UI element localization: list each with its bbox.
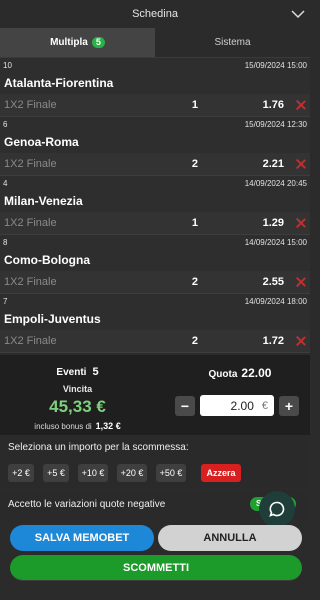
events-value: 5: [92, 366, 99, 378]
bet-selection: 1: [191, 99, 198, 111]
bonus-info: incluso bonus di 1,32 €: [0, 421, 155, 431]
bet-match-name: Empoli-Juventus: [4, 312, 101, 326]
bet-market: 1X2 Finale: [4, 217, 57, 229]
quick-amount-button[interactable]: +2 €: [8, 464, 34, 482]
winnings-label: Vincita: [62, 384, 93, 394]
bet-event-id: 10: [3, 61, 12, 70]
reset-amount-button[interactable]: Azzera: [201, 464, 241, 482]
bet-match-name: Como-Bologna: [4, 253, 90, 267]
quick-amount-button[interactable]: +20 €: [117, 464, 147, 482]
chat-button[interactable]: [259, 491, 295, 527]
bet-event-id: 6: [3, 120, 8, 129]
betslip-app: Schedina Multipla 5 Sistema 10 15/09/202…: [0, 0, 310, 600]
bet-selection: 2: [191, 276, 198, 288]
bet-datetime: 15/09/2024 12:30: [244, 120, 307, 129]
events-label: Eventi: [56, 367, 87, 378]
bet-datetime: 14/09/2024 15:00: [244, 238, 307, 247]
bet-selection: 2: [191, 158, 198, 170]
bet-item: 7 14/09/2024 18:00 Empoli-Juventus 1X2 F…: [0, 294, 310, 353]
bet-event-id: 7: [3, 297, 8, 306]
chevron-down-icon[interactable]: [290, 6, 306, 22]
bet-odd: 2.55: [262, 276, 284, 288]
bet-match-name: Milan-Venezia: [4, 194, 83, 208]
place-bet-button[interactable]: SCOMMETTI: [10, 555, 302, 581]
bet-market: 1X2 Finale: [4, 99, 57, 111]
bet-datetime: 14/09/2024 18:00: [244, 297, 307, 306]
bonus-value: 1,32 €: [95, 421, 121, 431]
bet-selection: 2: [191, 335, 198, 347]
tab-multipla-label: Multipla: [50, 37, 88, 48]
bet-datetime: 15/09/2024 15:00: [244, 61, 307, 70]
remove-bet-icon[interactable]: [296, 218, 306, 228]
tab-multipla-count-badge: 5: [91, 37, 105, 48]
tab-multipla[interactable]: Multipla 5: [0, 28, 155, 57]
stake-value: 2.00: [230, 398, 254, 413]
stake-input[interactable]: 2.00 €: [200, 395, 274, 416]
bet-match-name: Genoa-Roma: [4, 135, 79, 149]
cancel-button[interactable]: ANNULLA: [158, 525, 302, 551]
bet-odd: 1.72: [262, 335, 284, 347]
bet-item: 8 14/09/2024 15:00 Como-Bologna 1X2 Fina…: [0, 235, 310, 294]
bet-odd: 1.29: [262, 217, 284, 229]
tab-sistema[interactable]: Sistema: [155, 28, 310, 57]
total-odds: Quota 22.00: [170, 366, 310, 380]
stake-stepper: − 2.00 € +: [175, 395, 299, 416]
action-buttons: SALVA MEMOBET ANNULLA: [10, 525, 302, 551]
tab-sistema-label: Sistema: [214, 37, 251, 48]
chat-bubble-icon: [269, 501, 285, 517]
quick-amounts: +2 € +5 € +10 € +20 € +50 € Azzera: [0, 458, 310, 488]
stake-increase-button[interactable]: +: [279, 395, 299, 416]
bet-market: 1X2 Finale: [4, 335, 57, 347]
betslip-title: Schedina: [132, 8, 178, 20]
stake-currency: €: [261, 399, 268, 412]
betslip-tabs: Multipla 5 Sistema: [0, 28, 310, 58]
remove-bet-icon[interactable]: [296, 336, 306, 346]
remove-bet-icon[interactable]: [296, 159, 306, 169]
quick-amount-button[interactable]: +5 €: [43, 464, 69, 482]
bet-item: 4 14/09/2024 20:45 Milan-Venezia 1X2 Fin…: [0, 176, 310, 235]
amount-select-label: Seleziona un importo per la scommessa:: [0, 436, 310, 458]
bet-match-name: Atalanta-Fiorentina: [4, 76, 114, 90]
quick-amount-button[interactable]: +10 €: [78, 464, 108, 482]
bet-item: 6 15/09/2024 12:30 Genoa-Roma 1X2 Finale…: [0, 117, 310, 176]
bet-event-id: 4: [3, 179, 8, 188]
winnings-value: 45,33 €: [49, 397, 106, 416]
events-count: Eventi 5: [0, 366, 155, 378]
bet-selection: 1: [191, 217, 198, 229]
save-memobet-button[interactable]: SALVA MEMOBET: [10, 525, 154, 551]
stake-decrease-button[interactable]: −: [175, 395, 195, 416]
bet-event-id: 8: [3, 238, 8, 247]
bonus-label: incluso bonus di: [34, 422, 92, 431]
bet-odd: 1.76: [262, 99, 284, 111]
bet-odd: 2.21: [262, 158, 284, 170]
quick-amount-button[interactable]: +50 €: [156, 464, 186, 482]
bet-market: 1X2 Finale: [4, 158, 57, 170]
odds-label: Quota: [208, 369, 238, 380]
bet-item: 10 15/09/2024 15:00 Atalanta-Fiorentina …: [0, 58, 310, 117]
bet-list: 10 15/09/2024 15:00 Atalanta-Fiorentina …: [0, 58, 310, 353]
odds-value: 22.00: [241, 366, 272, 380]
remove-bet-icon[interactable]: [296, 277, 306, 287]
betslip-summary: Eventi 5 Vincita 45,33 € incluso bonus di…: [0, 355, 310, 435]
remove-bet-icon[interactable]: [296, 100, 306, 110]
betslip-header[interactable]: Schedina: [0, 0, 310, 28]
bet-market: 1X2 Finale: [4, 276, 57, 288]
bet-datetime: 14/09/2024 20:45: [244, 179, 307, 188]
